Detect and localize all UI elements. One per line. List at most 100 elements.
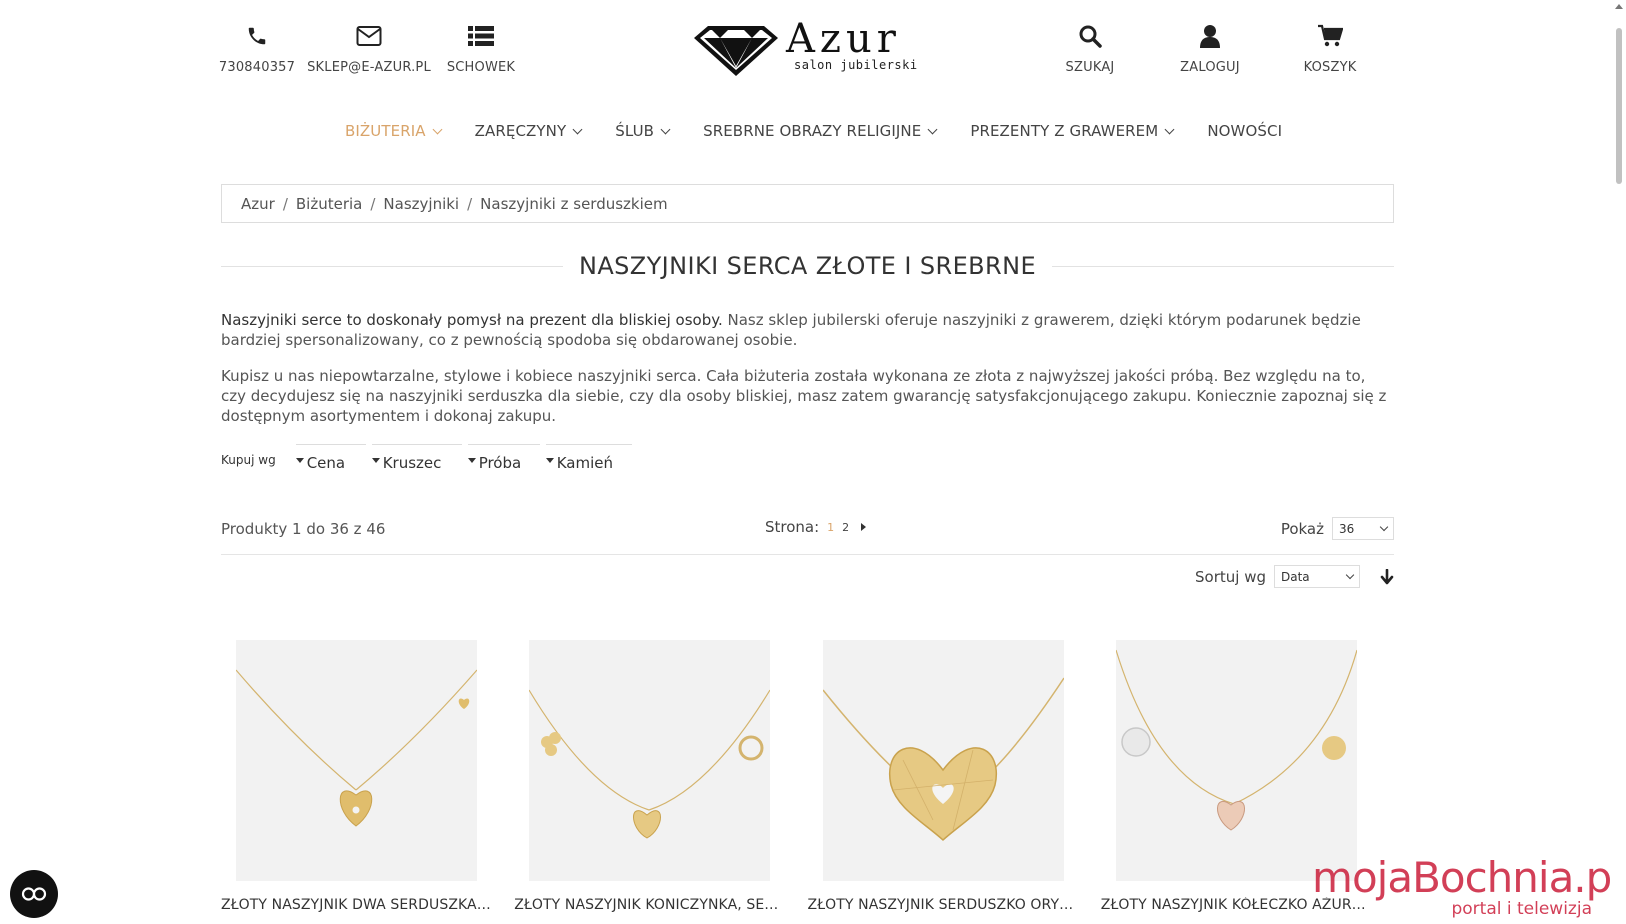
category-description-2: Kupisz u nas niepowtarzalne, stylowe i k… bbox=[221, 367, 1387, 425]
phone-link[interactable]: 730840357 bbox=[218, 22, 296, 75]
wishlist-label: SCHOWEK bbox=[446, 60, 516, 75]
caret-down-icon bbox=[467, 457, 476, 463]
cart-button[interactable]: KOSZYK bbox=[1296, 22, 1364, 75]
breadcrumb-link-naszyjniki[interactable]: Naszyjniki bbox=[383, 195, 459, 213]
filter-stone[interactable]: Kamień bbox=[545, 444, 632, 472]
category-description-1: Naszyjniki serce to doskonały pomysł na … bbox=[221, 310, 1394, 350]
page-title: NASZYJNIKI SERCA ZŁOTE I SREBRNE bbox=[578, 252, 1037, 280]
nav-label: ZARĘCZYNY bbox=[474, 122, 567, 140]
scrollbar-thumb[interactable] bbox=[1616, 28, 1622, 184]
nav-item-nowosci[interactable]: NOWOŚCI bbox=[1207, 122, 1282, 140]
product-card[interactable]: ZŁOTY NASZYJNIK KONICZYNKA, SERDUSZKO, K… bbox=[514, 640, 807, 913]
chevron-down-icon bbox=[660, 124, 671, 134]
nav-label: BIŻUTERIA bbox=[345, 122, 426, 140]
nav-item-slub[interactable]: ŚLUB bbox=[615, 122, 671, 140]
cart-label: KOSZYK bbox=[1303, 60, 1357, 75]
phone-icon bbox=[246, 22, 268, 50]
nav-label: NOWOŚCI bbox=[1207, 122, 1283, 140]
chevron-down-icon bbox=[572, 124, 583, 134]
user-icon bbox=[1199, 22, 1221, 50]
accessibility-button[interactable] bbox=[10, 870, 58, 918]
header-contacts: 730840357 SKLEP@E-AZUR.PL SCHOWEK bbox=[218, 22, 517, 75]
main-nav: BIŻUTERIA ZARĘCZYNY ŚLUB SREBRNE OBRAZY … bbox=[345, 122, 1282, 140]
filter-price[interactable]: Cena bbox=[295, 444, 366, 472]
filter-bar: Kupuj wg Cena Kruszec Próba Kamień bbox=[221, 444, 638, 472]
per-page-control: Pokaż 36 bbox=[1281, 517, 1394, 540]
nav-label: SREBRNE OBRAZY RELIGIJNE bbox=[703, 122, 922, 140]
sort-value: Data bbox=[1281, 569, 1310, 584]
envelope-icon bbox=[356, 22, 382, 50]
nav-item-bizuteria[interactable]: BIŻUTERIA bbox=[345, 122, 443, 140]
page: 730840357 SKLEP@E-AZUR.PL SCHOWEK Azur s… bbox=[0, 0, 1626, 924]
product-image[interactable] bbox=[1115, 640, 1357, 881]
scroll-up-icon[interactable] bbox=[1615, 4, 1623, 9]
login-label: ZALOGUJ bbox=[1180, 60, 1240, 75]
search-label: SZUKAJ bbox=[1065, 60, 1115, 75]
sort-control: Sortuj wg Data bbox=[1195, 565, 1394, 588]
product-image[interactable] bbox=[822, 640, 1064, 881]
product-card[interactable]: ZŁOTY NASZYJNIK SERDUSZKO ORYGINALNE bbox=[808, 640, 1101, 913]
next-page-icon[interactable] bbox=[861, 523, 867, 531]
site-logo[interactable]: Azur salon jubilerski bbox=[690, 16, 930, 78]
product-count: Produkty 1 do 36 z 46 bbox=[221, 520, 386, 538]
pagination: Strona: 1 2 bbox=[765, 518, 867, 536]
toolbar-divider bbox=[221, 554, 1394, 555]
cart-icon bbox=[1317, 22, 1343, 50]
filter-metal[interactable]: Kruszec bbox=[371, 444, 462, 472]
watermark-title: mojaBochnia.pl bbox=[1312, 853, 1623, 902]
breadcrumb-link-home[interactable]: Azur bbox=[241, 195, 275, 213]
filter-label: Cena bbox=[306, 454, 346, 472]
email-label: SKLEP@E-AZUR.PL bbox=[307, 60, 431, 75]
breadcrumb-link-bizuteria[interactable]: Biżuteria bbox=[296, 195, 362, 213]
caret-down-icon bbox=[371, 457, 380, 463]
page-title-row: NASZYJNIKI SERCA ZŁOTE I SREBRNE bbox=[221, 250, 1394, 282]
chevron-down-icon bbox=[927, 124, 938, 134]
login-button[interactable]: ZALOGUJ bbox=[1176, 22, 1244, 75]
title-divider-left bbox=[221, 265, 563, 267]
chevron-down-icon bbox=[1379, 522, 1389, 531]
breadcrumb-current: Naszyjniki z serduszkiem bbox=[480, 194, 668, 213]
filter-fineness[interactable]: Próba bbox=[467, 444, 540, 472]
list-icon bbox=[468, 22, 494, 50]
per-page-value: 36 bbox=[1339, 521, 1355, 536]
product-name[interactable]: ZŁOTY NASZYJNIK KONICZYNKA, SERDUSZKO, K… bbox=[514, 897, 786, 913]
chevron-down-icon bbox=[432, 124, 443, 134]
nav-item-prezenty[interactable]: PREZENTY Z GRAWEREM bbox=[970, 122, 1175, 140]
watermark-logo: mojaBochnia.pl portal i telewizja bbox=[1312, 853, 1623, 919]
title-divider-right bbox=[1052, 265, 1394, 267]
nav-label: ŚLUB bbox=[615, 122, 655, 140]
pagination-label: Strona: bbox=[765, 518, 820, 536]
nav-item-srebrne-obrazy[interactable]: SREBRNE OBRAZY RELIGIJNE bbox=[703, 122, 938, 140]
chevron-down-icon bbox=[1164, 124, 1175, 134]
logo-wordmark: Azur bbox=[786, 16, 901, 62]
sort-select[interactable]: Data bbox=[1274, 565, 1360, 588]
diamond-logo-icon bbox=[694, 26, 778, 76]
product-image[interactable] bbox=[529, 640, 771, 881]
chevron-down-icon bbox=[1345, 570, 1355, 579]
email-link[interactable]: SKLEP@E-AZUR.PL bbox=[307, 22, 431, 75]
product-name[interactable]: ZŁOTY NASZYJNIK DWA SERDUSZKA CELEBRYTKA bbox=[221, 897, 493, 913]
caret-down-icon bbox=[545, 457, 554, 463]
filter-label: Kamień bbox=[556, 454, 613, 472]
phone-label: 730840357 bbox=[218, 60, 296, 75]
nav-item-zareczyny[interactable]: ZARĘCZYNY bbox=[474, 122, 583, 140]
per-page-select[interactable]: 36 bbox=[1332, 517, 1394, 540]
sort-label: Sortuj wg bbox=[1195, 567, 1266, 586]
filter-bar-label: Kupuj wg bbox=[221, 453, 276, 467]
search-button[interactable]: SZUKAJ bbox=[1056, 22, 1124, 75]
product-image[interactable] bbox=[236, 640, 477, 881]
breadcrumb-separator: / bbox=[467, 194, 473, 213]
scrollbar[interactable] bbox=[1612, 0, 1626, 924]
logo-tagline: salon jubilerski bbox=[794, 58, 918, 72]
product-card[interactable]: ZŁOTY NASZYJNIK DWA SERDUSZKA CELEBRYTKA bbox=[221, 640, 514, 913]
watermark-subtitle: portal i telewizja bbox=[1451, 899, 1592, 919]
description-bold: Naszyjniki serce to doskonały pomysł na … bbox=[221, 311, 723, 329]
sort-direction-icon[interactable] bbox=[1380, 568, 1394, 585]
page-link-1[interactable]: 1 bbox=[827, 521, 834, 534]
wishlist-link[interactable]: SCHOWEK bbox=[445, 22, 517, 75]
nav-label: PREZENTY Z GRAWEREM bbox=[970, 122, 1159, 140]
page-link-2[interactable]: 2 bbox=[842, 521, 849, 534]
product-name[interactable]: ZŁOTY NASZYJNIK SERDUSZKO ORYGINALNE bbox=[808, 897, 1080, 913]
breadcrumb-separator: / bbox=[370, 194, 376, 213]
per-page-label: Pokaż bbox=[1280, 519, 1324, 538]
